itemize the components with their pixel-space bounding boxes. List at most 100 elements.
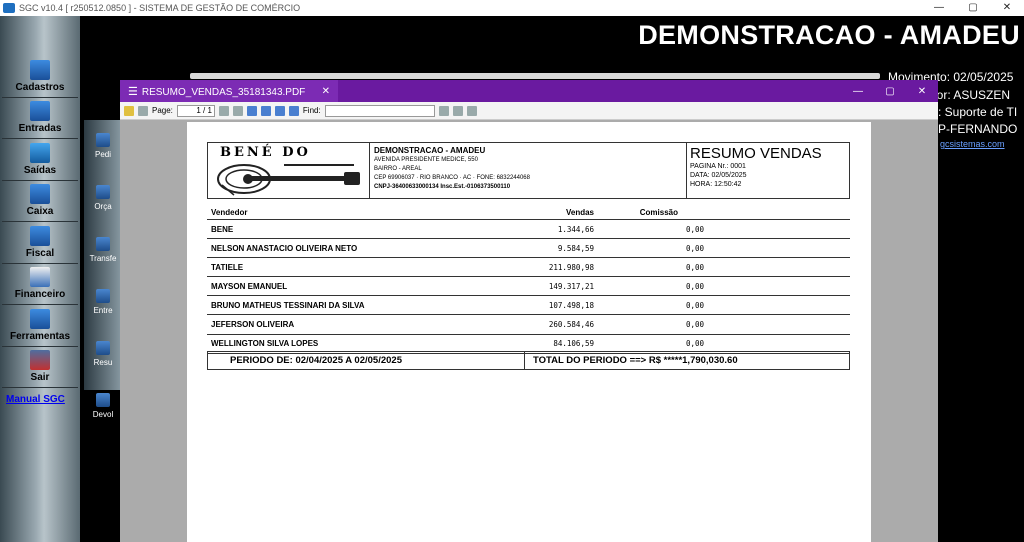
cart-icon [30, 142, 50, 163]
report-company-name: DEMONSTRACAO - AMADEU [374, 146, 486, 155]
cell-vendedor: MAYSON EMANUEL [211, 281, 288, 291]
find-next-icon[interactable] [452, 105, 463, 116]
cell-vendas: 84.106,59 [553, 339, 594, 349]
cell-vendedor: WELLINGTON SILVA LOPES [211, 339, 319, 349]
pdf-maximize-button[interactable]: ▢ [874, 86, 906, 97]
transfer-icon [96, 237, 110, 251]
find-input[interactable] [324, 104, 435, 117]
table-row: TATIELE 211.980,98 0,00 [207, 258, 850, 278]
report-date: DATA: 02/05/2025 [690, 172, 747, 179]
fit-width-icon[interactable] [246, 105, 257, 116]
submenu-item-pedidos[interactable]: Pedi [84, 120, 122, 172]
cell-comissao: 0,00 [685, 243, 704, 253]
logo-text: BENÉ DO [220, 145, 311, 160]
sidebar-item-cadastros[interactable]: Cadastros [2, 56, 78, 98]
document-icon [30, 225, 50, 246]
sidebar-item-ferramentas[interactable]: Ferramentas [2, 305, 78, 347]
cell-vendedor: NELSON ANASTACIO OLIVEIRA NETO [211, 243, 358, 253]
report-totals: PERIODO DE: 02/04/2025 A 02/05/2025 TOTA… [207, 351, 850, 370]
prev-page-icon[interactable] [218, 105, 229, 116]
table-row: BENE 1.344,66 0,00 [207, 220, 850, 240]
pdf-tab[interactable]: ☰ RESUMO_VENDAS_35181343.PDF ✕ [120, 80, 338, 102]
cell-vendedor: TATIELE [211, 262, 244, 272]
user-label: P-FERNANDO [938, 122, 1018, 136]
window-controls: — ▢ ✕ [922, 0, 1024, 16]
cell-comissao: 0,00 [685, 320, 704, 330]
maximize-button[interactable]: ▢ [956, 0, 990, 16]
report-period: PERIODO DE: 02/04/2025 A 02/05/2025 [208, 352, 525, 369]
next-page-icon[interactable] [232, 105, 243, 116]
sidebar-item-caixa[interactable]: Caixa [2, 181, 78, 222]
table-row: NELSON ANASTACIO OLIVEIRA NETO 9.584,59 … [207, 239, 850, 259]
submenu-item-devolucao[interactable]: Devol [84, 380, 122, 432]
sidebar: Cadastros Entradas Saídas Caixa Fiscal F… [0, 16, 80, 542]
company-title: DEMONSTRACAO - AMADEU [638, 20, 1020, 50]
cell-vendas: 9.584,59 [557, 243, 594, 253]
minimize-button[interactable]: — [922, 0, 956, 16]
col-vendas: Vendas [565, 208, 594, 217]
sales-table: Vendedor Vendas Comissão BENE 1.344,66 0… [207, 206, 850, 354]
company-district: BAIRRO - AREAL [374, 166, 422, 172]
manual-link[interactable]: Manual SGC [6, 394, 65, 405]
company-logo: BENÉ DO [208, 143, 370, 198]
sidebar-item-fiscal[interactable]: Fiscal [2, 222, 78, 264]
cell-comissao: 0,00 [685, 300, 704, 310]
cell-comissao: 0,00 [685, 281, 704, 291]
page-label: Page: [152, 106, 173, 115]
find-label: Find: [302, 106, 321, 115]
table-row: JEFERSON OLIVEIRA 260.584,46 0,00 [207, 315, 850, 335]
sidebar-item-entradas[interactable]: Entradas [2, 98, 78, 139]
submenu-item-orcamento[interactable]: Orça [84, 172, 122, 224]
cell-vendedor: BRUNO MATHEUS TESSINARI DA SILVA [211, 300, 365, 310]
zoom-in-icon[interactable] [274, 105, 285, 116]
pdf-tab-title: RESUMO_VENDAS_35181343.PDF [141, 86, 306, 98]
app-titlebar: SGC v10.4 [ r250512.0850 ] - SISTEMA DE … [0, 0, 1024, 16]
pdf-window-controls: — ▢ ✕ [842, 86, 938, 97]
close-button[interactable]: ✕ [990, 0, 1024, 16]
submenu-item-resumo[interactable]: Resu [84, 328, 122, 380]
sidebar-item-sair[interactable]: Sair [2, 347, 78, 388]
exit-door-icon [30, 350, 50, 371]
submenu-item-entrega[interactable]: Entre [84, 276, 122, 328]
delivery-icon [96, 289, 110, 303]
hamburger-menu-icon[interactable]: ☰ [128, 86, 138, 98]
submenu-item-transferencia[interactable]: Transfe [84, 224, 122, 276]
zoom-out-icon[interactable] [288, 105, 299, 116]
company-address: AVENIDA PRESIDENTE MEDICE, 550 [374, 157, 478, 163]
col-vendedor: Vendedor [211, 208, 248, 217]
report-page-number: PAGINA Nr.: 0001 [690, 163, 746, 170]
pdf-viewer-window: ☰ RESUMO_VENDAS_35181343.PDF ✕ — ▢ ✕ Page… [120, 80, 938, 542]
open-file-icon[interactable] [124, 105, 134, 116]
website-link[interactable]: gcsistemas.com [940, 139, 1005, 149]
cell-vendas: 211.980,98 [548, 262, 594, 272]
background-bar [190, 73, 880, 79]
find-prev-icon[interactable] [438, 105, 449, 116]
database-icon [30, 59, 50, 80]
app-title: SGC v10.4 [ r250512.0850 ] - SISTEMA DE … [19, 3, 301, 13]
table-row: BRUNO MATHEUS TESSINARI DA SILVA 107.498… [207, 296, 850, 316]
col-comissao: Comissão [639, 208, 678, 217]
print-icon[interactable] [138, 105, 148, 116]
fit-page-icon[interactable] [260, 105, 271, 116]
sidebar-item-saidas[interactable]: Saídas [2, 139, 78, 181]
page-input[interactable]: 1 / 1 [176, 104, 215, 117]
operador-label: dor: ASUSZEN [930, 88, 1011, 102]
company-info: DEMONSTRACAO - AMADEU AVENIDA PRESIDENTE… [370, 143, 687, 198]
report-header: BENÉ DO DEMONSTRACAO - AMADEU AVENIDA PR… [207, 142, 850, 199]
pdf-page: BENÉ DO DEMONSTRACAO - AMADEU AVENIDA PR… [187, 122, 871, 542]
calculator-icon [96, 185, 110, 199]
money-icon [30, 267, 50, 288]
report-total: TOTAL DO PERIODO ==> R$ *****1,790,030.6… [533, 355, 738, 366]
cell-vendas: 149.317,21 [548, 281, 594, 291]
cell-vendedor: BENE [211, 224, 234, 234]
cell-comissao: 0,00 [685, 339, 704, 349]
main-menu: Cadastros Entradas Saídas Caixa Fiscal F… [2, 56, 78, 388]
sidebar-item-financeiro[interactable]: Financeiro [2, 264, 78, 305]
pdf-close-button[interactable]: ✕ [906, 86, 938, 97]
cell-comissao: 0,00 [685, 224, 704, 234]
company-cnpj: CNPJ-36400633000134 Insc.Est.-0106373500… [374, 184, 511, 190]
pdf-tab-close-button[interactable]: ✕ [322, 86, 330, 97]
pdf-minimize-button[interactable]: — [842, 86, 874, 97]
cash-register-icon [30, 184, 50, 205]
match-case-icon[interactable] [466, 105, 477, 116]
